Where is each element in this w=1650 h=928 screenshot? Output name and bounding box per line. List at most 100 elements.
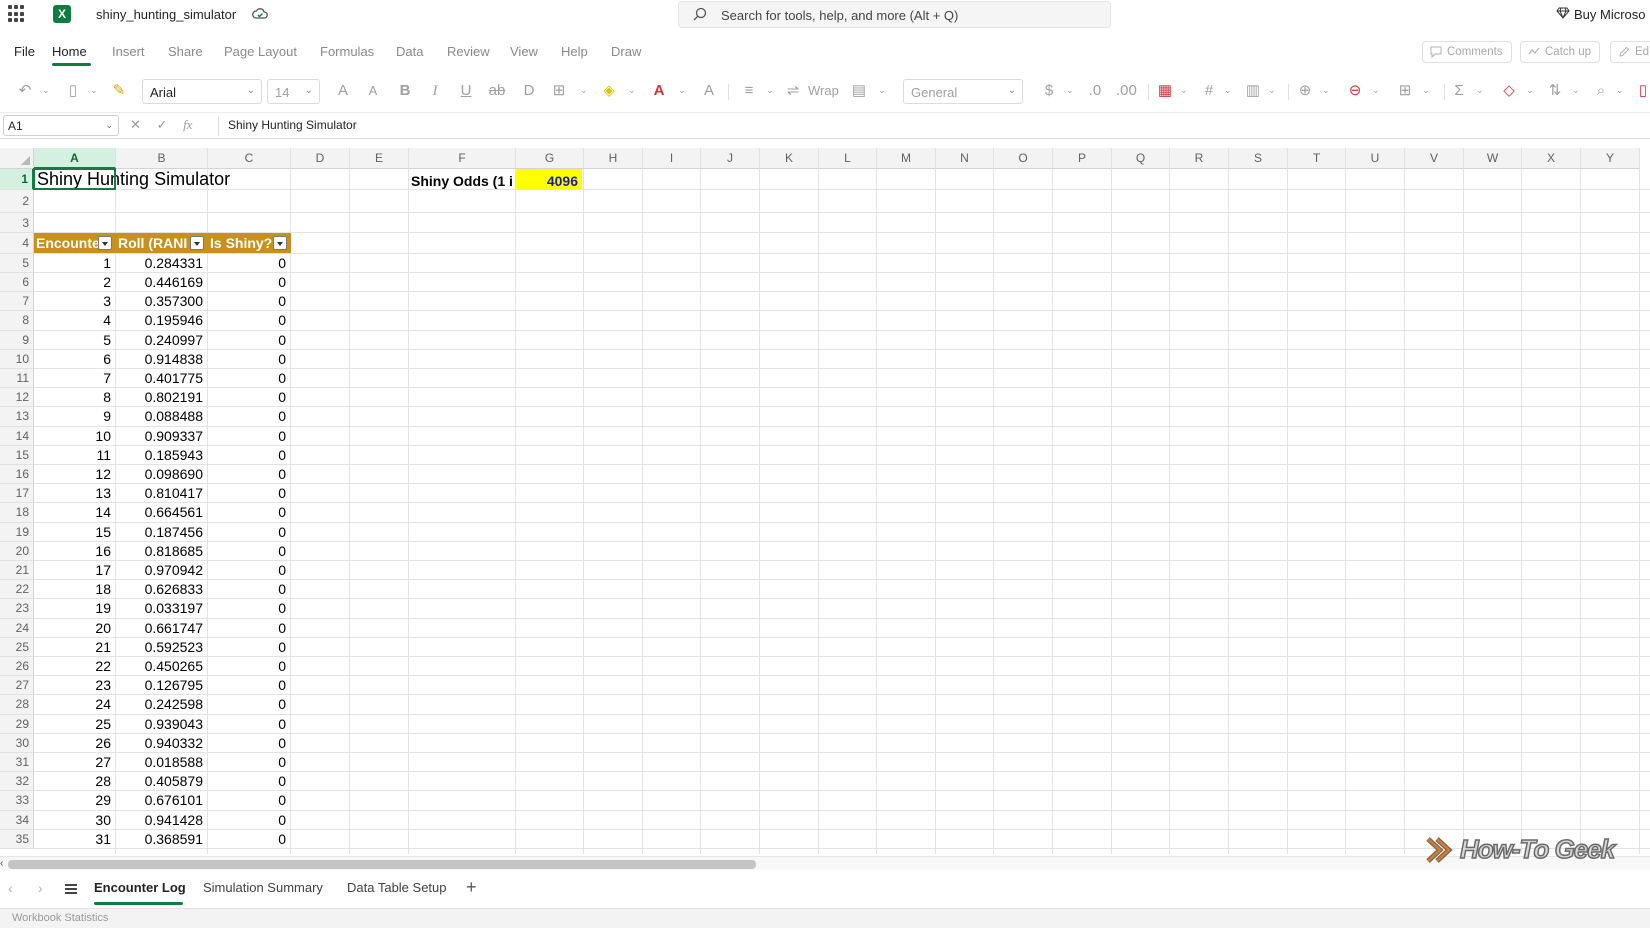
table-cell[interactable]: 0	[208, 657, 290, 675]
merge-icon[interactable]: ▤	[850, 82, 868, 100]
conditional-dropdown-icon[interactable]: ⌄	[1180, 85, 1188, 95]
row-header[interactable]: 21	[0, 561, 34, 581]
sort-filter-icon[interactable]: ⇅	[1546, 82, 1564, 100]
column-header[interactable]: V	[1405, 148, 1464, 169]
row-header[interactable]: 12	[0, 388, 34, 408]
row-header[interactable]: 27	[0, 676, 34, 696]
table-cell[interactable]: 13	[34, 484, 115, 502]
align-icon[interactable]: ≡	[740, 82, 758, 100]
comments-button[interactable]: Comments	[1422, 41, 1512, 63]
table-cell[interactable]: 0.941428	[116, 811, 207, 829]
align-dropdown-icon[interactable]: ⌄	[766, 85, 774, 95]
borders-icon[interactable]: ⊞	[550, 82, 568, 100]
formula-input[interactable]: Shiny Hunting Simulator	[228, 118, 357, 132]
buy-microsoft-button[interactable]: Buy Microso	[1556, 7, 1646, 22]
table-cell[interactable]: 22	[34, 657, 115, 675]
row-header[interactable]: 10	[0, 349, 34, 369]
app-launcher-icon[interactable]	[8, 5, 26, 23]
tab-review[interactable]: Review	[447, 44, 490, 59]
cell-styles-icon[interactable]: ▥	[1244, 82, 1262, 100]
font-name-select[interactable]: Arial ⌄	[142, 79, 262, 104]
row-header[interactable]: 34	[0, 810, 34, 830]
table-cell[interactable]: 9	[34, 407, 115, 425]
delete-cells-icon[interactable]: ⊖	[1346, 82, 1364, 100]
column-header[interactable]: Q	[1112, 148, 1170, 169]
merge-dropdown-icon[interactable]: ⌄	[878, 85, 886, 95]
filter-dropdown-icon[interactable]	[98, 236, 112, 250]
row-header[interactable]: 23	[0, 599, 34, 619]
table-cell[interactable]: 0	[208, 676, 290, 694]
wrap-text-button[interactable]: Wrap	[808, 83, 839, 98]
table-cell[interactable]: 7	[34, 369, 115, 387]
column-header[interactable]: N	[936, 148, 994, 169]
row-header[interactable]: 30	[0, 733, 34, 753]
column-header[interactable]: A	[34, 148, 116, 169]
add-sheet-icon[interactable]: +	[466, 877, 477, 898]
row-header[interactable]: 14	[0, 426, 34, 446]
table-cell[interactable]: 0.284331	[116, 254, 207, 272]
column-header[interactable]: F	[409, 148, 516, 169]
search-box[interactable]: Search for tools, help, and more (Alt + …	[678, 1, 1111, 28]
table-cell[interactable]: 0.450265	[116, 657, 207, 675]
row-header[interactable]: 2	[0, 190, 34, 213]
row-header[interactable]: 17	[0, 484, 34, 504]
column-header[interactable]: S	[1229, 148, 1288, 169]
table-cell[interactable]: 0.676101	[116, 791, 207, 809]
table-cell[interactable]: 0	[208, 811, 290, 829]
table-cell[interactable]: 0	[208, 830, 290, 848]
table-cell[interactable]: 0	[208, 388, 290, 406]
table-cell[interactable]: 0	[208, 273, 290, 291]
insert-dropdown-icon[interactable]: ⌄	[1322, 85, 1330, 95]
table-cell[interactable]: 1	[34, 254, 115, 272]
table-cell[interactable]: 24	[34, 695, 115, 713]
table-cell[interactable]: 0.802191	[116, 388, 207, 406]
format-dropdown-icon[interactable]: ⌄	[1422, 85, 1430, 95]
table-cell[interactable]: 0	[208, 561, 290, 579]
table-header-cell[interactable]: Is Shiny?	[208, 233, 291, 253]
paste-icon[interactable]: ▯	[64, 82, 82, 100]
tab-view[interactable]: View	[510, 44, 538, 59]
table-cell[interactable]: 0	[208, 580, 290, 598]
row-header[interactable]: 28	[0, 695, 34, 715]
table-cell[interactable]: 10	[34, 427, 115, 445]
double-underline-icon[interactable]: D	[520, 82, 538, 100]
table-cell[interactable]: 28	[34, 772, 115, 790]
table-cell[interactable]: 0.592523	[116, 638, 207, 656]
table-cell[interactable]: 0	[208, 523, 290, 541]
table-cell[interactable]: 21	[34, 638, 115, 656]
table-cell[interactable]: 0.970942	[116, 561, 207, 579]
clear-dropdown-icon[interactable]: ⌄	[1526, 85, 1534, 95]
table-cell[interactable]: 0	[208, 427, 290, 445]
table-cell[interactable]: 0.126795	[116, 676, 207, 694]
table-cell[interactable]: 0	[208, 465, 290, 483]
currency-dropdown-icon[interactable]: ⌄	[1066, 85, 1074, 95]
table-cell[interactable]: 0.446169	[116, 273, 207, 291]
format-table-dropdown-icon[interactable]: ⌄	[1224, 85, 1232, 95]
column-header[interactable]: E	[350, 148, 409, 169]
fill-dropdown-icon[interactable]: ⌄	[628, 85, 636, 95]
column-header[interactable]: R	[1170, 148, 1229, 169]
shiny-odds-value[interactable]: 4096	[516, 169, 582, 189]
table-cell[interactable]: 26	[34, 734, 115, 752]
row-header[interactable]: 32	[0, 772, 34, 792]
increase-decimal-icon[interactable]: .00	[1116, 82, 1137, 100]
table-cell[interactable]: 0.018588	[116, 753, 207, 771]
table-cell[interactable]: 0	[208, 446, 290, 464]
row-header[interactable]: 18	[0, 503, 34, 523]
cloud-saved-icon[interactable]	[252, 7, 268, 21]
row-header[interactable]: 8	[0, 311, 34, 331]
catch-up-button[interactable]: Catch up	[1520, 41, 1601, 63]
tab-insert[interactable]: Insert	[112, 44, 145, 59]
row-header[interactable]: 31	[0, 753, 34, 773]
table-cell[interactable]: 11	[34, 446, 115, 464]
decrease-font-icon[interactable]: A	[364, 82, 382, 100]
row-header[interactable]: 24	[0, 618, 34, 638]
insert-cells-icon[interactable]: ⊕	[1296, 82, 1314, 100]
workbook-statistics[interactable]: Workbook Statistics	[12, 912, 108, 924]
row-header[interactable]: 4	[0, 233, 34, 254]
shiny-odds-label[interactable]: Shiny Odds (1 i	[409, 169, 515, 189]
undo-dropdown-icon[interactable]: ⌄	[42, 85, 50, 95]
table-cell[interactable]: 0.242598	[116, 695, 207, 713]
bold-icon[interactable]: B	[396, 82, 414, 100]
table-cell[interactable]: 29	[34, 791, 115, 809]
